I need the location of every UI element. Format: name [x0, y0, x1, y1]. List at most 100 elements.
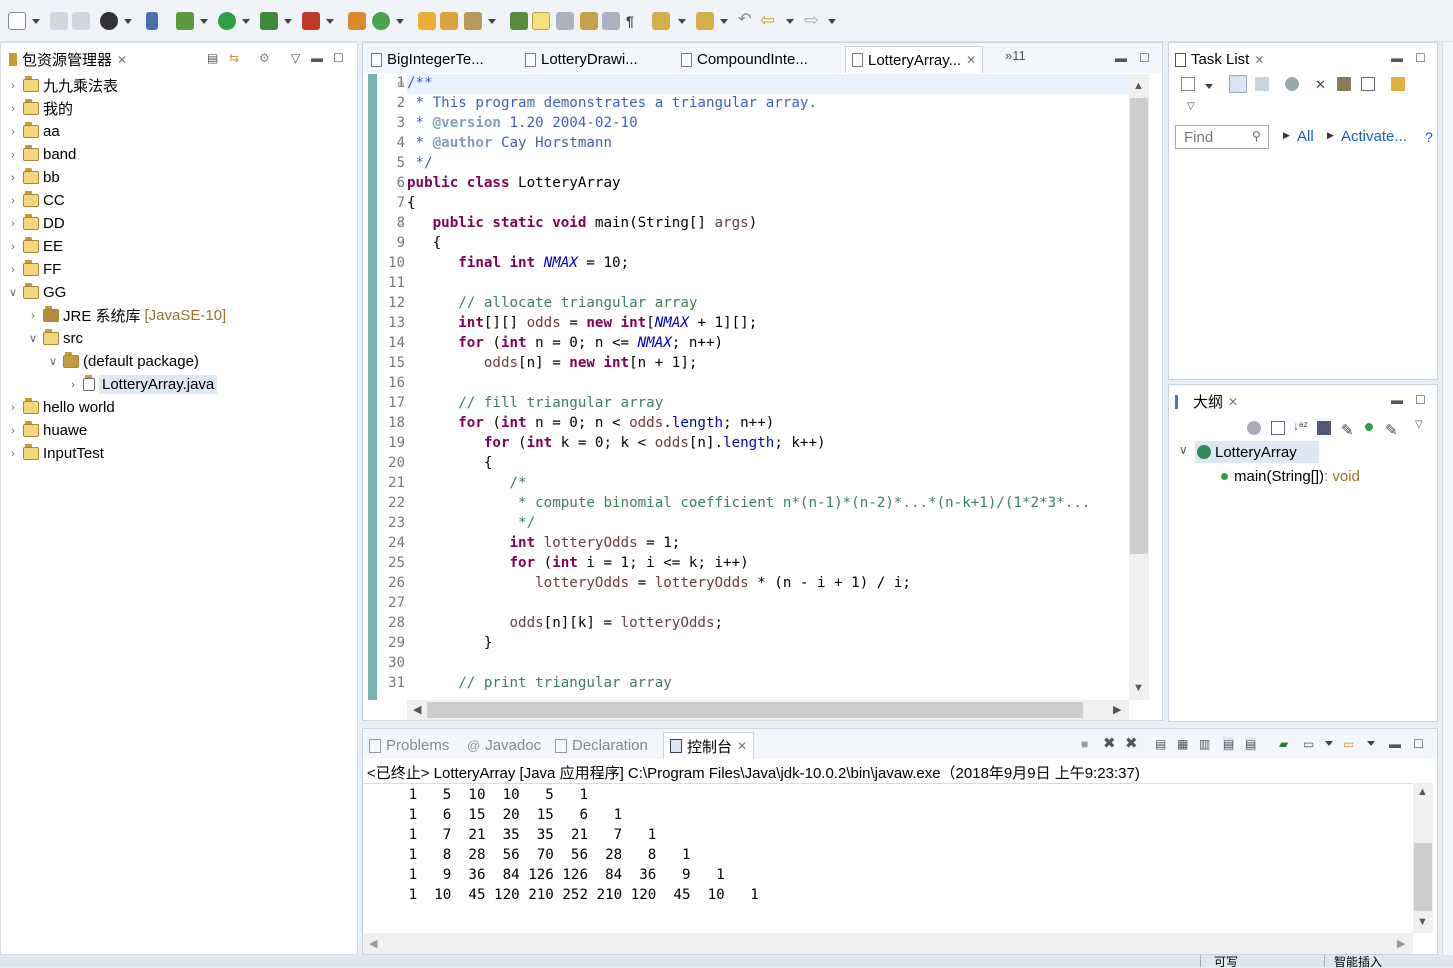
profile-dropdown-icon[interactable]	[124, 19, 132, 24]
tree-item[interactable]: ∨ src	[27, 327, 83, 350]
next-annotation-icon[interactable]	[652, 12, 670, 30]
outline-method-node[interactable]: main(String[]) : void	[1221, 465, 1360, 487]
minimize-icon[interactable]: ▬	[1391, 393, 1403, 407]
remove-launch-icon[interactable]: ✖	[1103, 734, 1116, 752]
task-repo-icon[interactable]	[1391, 77, 1405, 91]
collapse-all-icon[interactable]	[1271, 421, 1285, 435]
display-console-dropdown-icon[interactable]	[1325, 741, 1333, 746]
categorized-icon[interactable]	[1229, 75, 1247, 93]
collapse-tasks-icon[interactable]	[1337, 77, 1351, 91]
debug-dropdown-icon[interactable]	[200, 19, 208, 24]
activate-link[interactable]: Activate...	[1341, 128, 1407, 145]
chevron-right-icon[interactable]: ›	[7, 149, 19, 161]
terminate-icon[interactable]: ■	[1081, 737, 1088, 751]
chevron-down-icon[interactable]: ∨	[1179, 443, 1188, 457]
minimize-icon[interactable]: ▬	[311, 51, 323, 65]
search-dropdown-icon[interactable]	[488, 19, 496, 24]
debug-icon[interactable]	[176, 12, 194, 30]
close-icon[interactable]: ✕	[1228, 395, 1238, 409]
external-tools-icon[interactable]	[302, 12, 320, 30]
chevron-right-icon[interactable]: ›	[7, 425, 19, 437]
chevron-right-icon[interactable]: ›	[7, 218, 19, 230]
back-icon[interactable]: ⇦	[760, 11, 778, 30]
hide-non-public-icon[interactable]	[1365, 423, 1373, 431]
minimize-icon[interactable]: ▬	[1391, 51, 1403, 65]
tree-item[interactable]: ∨ GG	[7, 281, 66, 304]
editor-vertical-scrollbar[interactable]: ▲ ▼	[1129, 74, 1149, 700]
new-class-icon[interactable]	[372, 12, 390, 30]
profile-icon[interactable]	[100, 12, 118, 30]
open-console-dropdown-icon[interactable]	[1367, 741, 1375, 746]
tab-outline[interactable]: 大纲 ✕	[1169, 388, 1245, 415]
tab-task-list[interactable]: Task List ✕	[1169, 46, 1271, 73]
scroll-up-icon[interactable]: ▲	[1133, 80, 1144, 92]
breadcrumb-icon[interactable]	[602, 12, 620, 30]
chevron-right-icon[interactable]: ›	[7, 195, 19, 207]
maximize-icon[interactable]: ☐	[1415, 393, 1426, 407]
tree-item[interactable]: › 我的	[7, 97, 73, 120]
tab-declaration[interactable]: Declaration	[549, 732, 654, 759]
skip-breakpoints-icon[interactable]	[146, 12, 158, 30]
display-console-icon[interactable]: ▭	[1303, 737, 1314, 751]
tree-item[interactable]: › hello world	[7, 396, 115, 419]
scroll-lock-icon[interactable]: ▦	[1177, 737, 1188, 751]
scroll-thumb[interactable]	[1414, 843, 1432, 911]
tree-item[interactable]: › band	[7, 143, 76, 166]
hide-completed-icon[interactable]: ✕	[1315, 77, 1329, 92]
chevron-right-icon[interactable]: ›	[7, 80, 19, 92]
open-console-icon[interactable]: ▭	[1343, 737, 1354, 751]
task-icon[interactable]	[510, 12, 528, 30]
chevron-right-icon[interactable]: ›	[7, 126, 19, 138]
maximize-icon[interactable]: ☐	[1415, 51, 1426, 65]
console-vertical-scrollbar[interactable]: ▲ ▼	[1413, 783, 1433, 933]
scroll-thumb[interactable]	[427, 702, 1083, 718]
find-field[interactable]: Find ⚲	[1175, 125, 1269, 149]
tree-item[interactable]: › 九九乘法表	[7, 74, 118, 97]
maximize-icon[interactable]: ☐	[1139, 51, 1150, 65]
back-dropdown-icon[interactable]	[786, 19, 794, 24]
chevron-right-icon[interactable]: ›	[7, 448, 19, 460]
open-folder-icon[interactable]	[440, 12, 458, 30]
scroll-down-icon[interactable]: ▼	[1133, 682, 1144, 694]
toggle-mark-occurrences-icon[interactable]	[532, 12, 550, 30]
tab-package-explorer[interactable]: 包资源管理器 ✕	[3, 46, 134, 73]
forward-icon[interactable]: ⇨	[804, 11, 822, 30]
new-icon[interactable]	[8, 12, 26, 30]
filters-icon[interactable]: ⚙	[259, 51, 270, 65]
coverage-dropdown-icon[interactable]	[284, 19, 292, 24]
word-wrap-icon[interactable]	[580, 12, 598, 30]
link-with-editor-icon[interactable]: ⇆	[229, 51, 239, 65]
hide-local-types-icon[interactable]: ✎	[1385, 421, 1399, 439]
show-whitespace-icon[interactable]: ¶	[626, 12, 644, 30]
next-annotation-dropdown-icon[interactable]	[678, 19, 686, 24]
help-icon[interactable]: ?	[1425, 129, 1433, 145]
scroll-up-icon[interactable]: ▲	[1417, 786, 1428, 798]
chevron-right-icon[interactable]: ›	[7, 103, 19, 115]
new-dropdown-icon[interactable]	[32, 19, 40, 24]
scroll-left-icon[interactable]: ◀	[369, 937, 377, 950]
tree-item[interactable]: ∨ (default package)	[47, 350, 199, 373]
editor-tab-2[interactable]: CompoundInte...	[675, 46, 814, 73]
run-dropdown-icon[interactable]	[242, 19, 250, 24]
console-horizontal-scrollbar[interactable]: ◀ ▶	[363, 933, 1413, 954]
tab-problems[interactable]: Problems	[363, 732, 455, 759]
hide-static-icon[interactable]: ✎	[1341, 421, 1355, 439]
editor-tab-0[interactable]: BigIntegerTe...	[365, 46, 490, 73]
new-task-icon[interactable]	[1181, 77, 1195, 91]
all-link[interactable]: All	[1297, 128, 1314, 145]
view-menu-icon[interactable]: ▽	[1187, 101, 1195, 112]
outline-class-node[interactable]: LotteryArray	[1195, 441, 1319, 463]
minimize-icon[interactable]: ▬	[1115, 51, 1127, 65]
open-type-icon[interactable]	[418, 12, 436, 30]
view-menu-icon[interactable]: ▽	[1415, 419, 1423, 430]
scroll-left-icon[interactable]: ◀	[413, 703, 421, 716]
block-selection-icon[interactable]	[556, 12, 574, 30]
tree-item[interactable]: › InputTest	[7, 442, 104, 465]
chevron-right-icon[interactable]: ›	[7, 264, 19, 276]
new-class-dropdown-icon[interactable]	[396, 19, 404, 24]
sync-icon[interactable]	[1361, 77, 1375, 91]
tree-item[interactable]: › FF	[7, 258, 61, 281]
scroll-right-icon[interactable]: ▶	[1113, 703, 1121, 716]
save-icon[interactable]	[50, 12, 68, 30]
show-on-stdout-icon[interactable]: ▤	[1223, 737, 1235, 751]
